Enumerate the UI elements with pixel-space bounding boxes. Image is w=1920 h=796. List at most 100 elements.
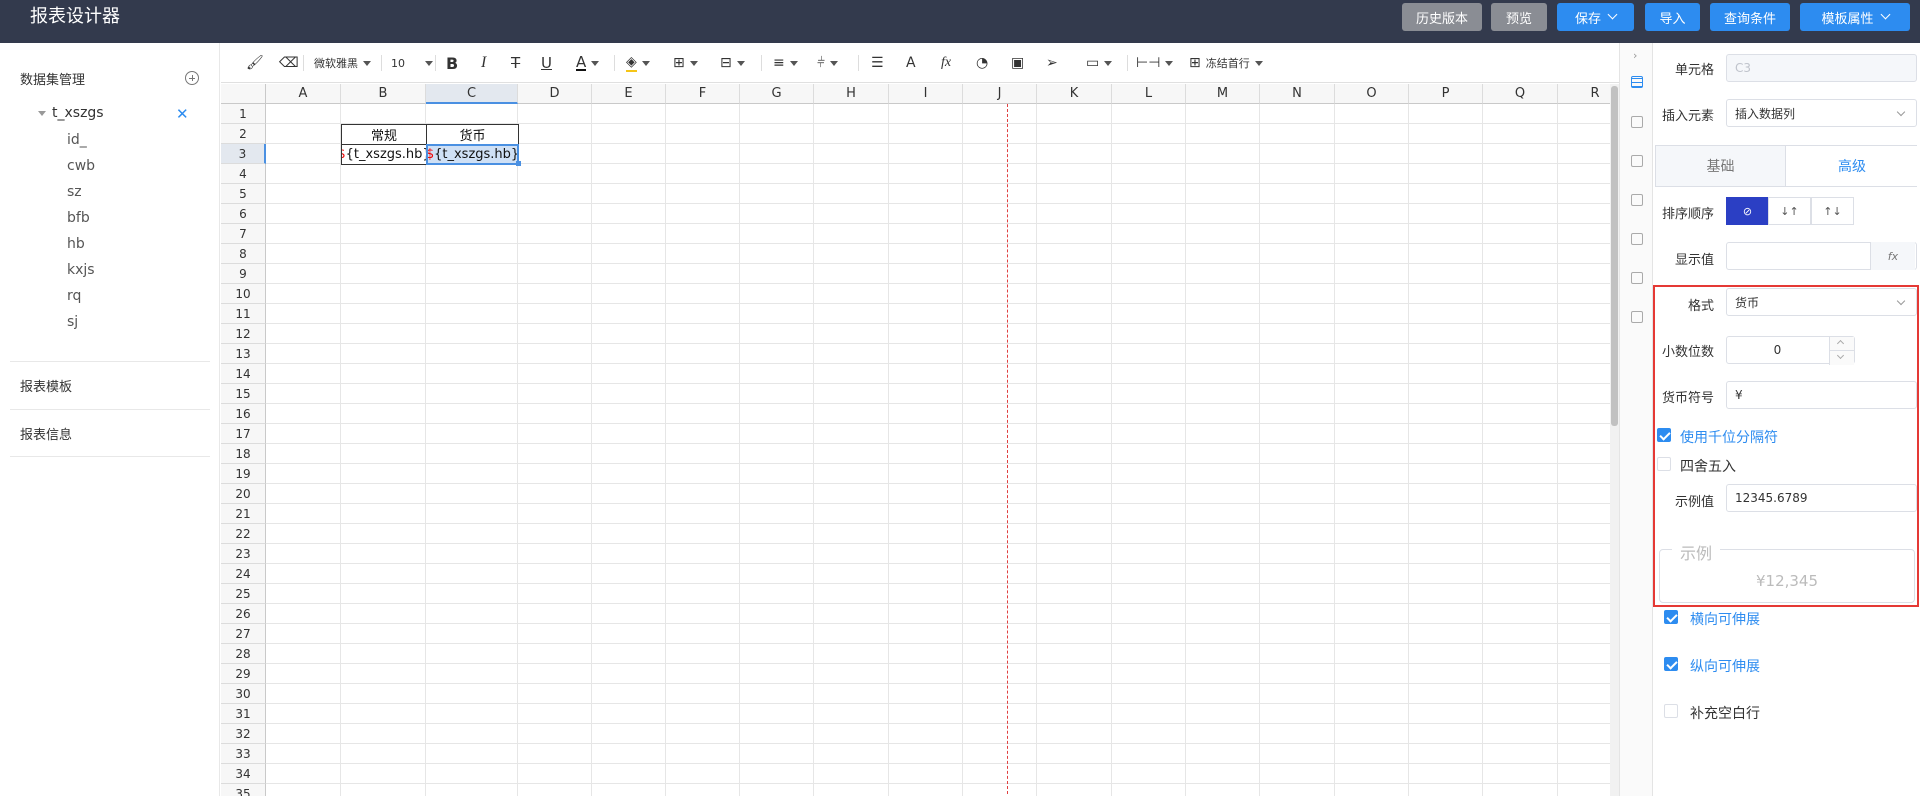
column-width-button[interactable]: ⊢⊣ [1136, 53, 1174, 73]
bold-button[interactable]: B [446, 53, 458, 73]
row-header-30[interactable]: 30 [221, 684, 266, 704]
dataset-field[interactable]: sz [67, 184, 82, 200]
row-header-8[interactable]: 8 [221, 244, 266, 264]
row-header-7[interactable]: 7 [221, 224, 266, 244]
vertical-align-button[interactable]: ⫩ [817, 53, 839, 73]
column-header-f[interactable]: F [666, 84, 740, 104]
currency-symbol-input[interactable]: ¥ [1726, 381, 1917, 409]
function-button[interactable]: fx [941, 53, 951, 73]
cell-c2[interactable]: 货币 [426, 124, 519, 145]
horizontal-align-button[interactable]: ≡ [773, 53, 798, 73]
strikethrough-button[interactable]: T [511, 53, 520, 73]
row-header-31[interactable]: 31 [221, 704, 266, 724]
fill-blank-rows-checkbox[interactable] [1664, 704, 1678, 718]
row-header-10[interactable]: 10 [221, 284, 266, 304]
row-header-2[interactable]: 2 [221, 124, 266, 144]
vertical-expand-label[interactable]: 纵向可伸展 [1690, 656, 1760, 676]
link-icon[interactable] [1631, 272, 1643, 284]
column-header-o[interactable]: O [1335, 84, 1409, 104]
cell-b3[interactable]: ${t_xszgs.hb} [341, 144, 427, 165]
row-header-22[interactable]: 22 [221, 524, 266, 544]
sample-value-input[interactable]: 12345.6789 [1726, 484, 1917, 512]
row-header-34[interactable]: 34 [221, 764, 266, 784]
font-size-select[interactable]: 10 [391, 53, 433, 73]
copy-icon[interactable] [1631, 311, 1643, 323]
dataset-field[interactable]: cwb [67, 158, 95, 174]
dataset-field[interactable]: bfb [67, 210, 90, 226]
add-dataset-icon[interactable] [185, 71, 199, 85]
insert-element-select[interactable]: 插入数据列 [1726, 99, 1917, 127]
column-header-a[interactable]: A [266, 84, 341, 104]
report-template-title[interactable]: 报表模板 [20, 376, 72, 395]
row-header-15[interactable]: 15 [221, 384, 266, 404]
close-icon[interactable]: ✕ [176, 105, 189, 123]
chart-icon[interactable]: ◔ [976, 53, 988, 73]
column-header-q[interactable]: Q [1483, 84, 1558, 104]
caret-down-icon[interactable] [38, 110, 46, 116]
image-icon[interactable]: ▣ [1011, 53, 1024, 73]
column-header-l[interactable]: L [1112, 84, 1186, 104]
column-header-d[interactable]: D [518, 84, 592, 104]
row-header-18[interactable]: 18 [221, 444, 266, 464]
tab-basic[interactable]: 基础 [1656, 146, 1786, 186]
row-header-4[interactable]: 4 [221, 164, 266, 184]
row-header-11[interactable]: 11 [221, 304, 266, 324]
query-conditions-button[interactable]: 查询条件 [1710, 3, 1790, 31]
font-color-button[interactable]: A [576, 53, 600, 73]
import-button[interactable]: 导入 [1645, 3, 1700, 31]
format-painter-icon[interactable]: 🖌 [246, 53, 264, 73]
eraser-icon[interactable]: ⌫ [279, 53, 299, 73]
merge-cells-button[interactable]: ⊟ [720, 53, 745, 73]
fill-color-button[interactable]: ◈ [626, 53, 650, 73]
row-header-1[interactable]: 1 [221, 104, 266, 124]
column-header-n[interactable]: N [1260, 84, 1335, 104]
cell-b2[interactable]: 常规 [341, 124, 427, 145]
font-family-select[interactable]: 微软雅黑 [314, 53, 371, 73]
sort-none-button[interactable]: ⊘ [1726, 197, 1769, 225]
row-header-3[interactable]: 3 [221, 144, 266, 164]
history-version-button[interactable]: 历史版本 [1402, 3, 1482, 31]
italic-button[interactable]: I [481, 53, 486, 73]
function-editor-button[interactable]: fx [1870, 242, 1915, 270]
border-button[interactable]: ⊞ [673, 53, 698, 73]
thousands-separator-checkbox[interactable] [1657, 428, 1671, 442]
layers-icon[interactable] [1631, 233, 1643, 245]
sort-asc-button[interactable]: ↓↑ [1768, 197, 1811, 225]
row-header-35[interactable]: 35 [221, 784, 266, 796]
send-icon[interactable]: ➢ [1046, 53, 1058, 73]
print-icon[interactable] [1631, 155, 1643, 167]
row-header-20[interactable]: 20 [221, 484, 266, 504]
row-header-33[interactable]: 33 [221, 744, 266, 764]
underline-button[interactable]: U [541, 53, 552, 73]
grid-corner[interactable] [221, 84, 266, 104]
dataset-field[interactable]: id_ [67, 132, 87, 148]
dataset-field[interactable]: hb [67, 236, 85, 252]
format-select[interactable]: 货币 [1726, 288, 1917, 316]
save-button[interactable]: 保存 [1557, 3, 1634, 31]
thousands-separator-label[interactable]: 使用千位分隔符 [1680, 427, 1778, 447]
template-properties-button[interactable]: 模板属性 [1800, 3, 1910, 31]
dataset-field[interactable]: rq [67, 288, 81, 304]
column-header-e[interactable]: E [592, 84, 666, 104]
scrollbar-thumb[interactable] [1611, 86, 1618, 426]
text-style-button[interactable]: A [906, 53, 916, 73]
comment-button[interactable]: ▭ [1086, 53, 1113, 73]
row-header-29[interactable]: 29 [221, 664, 266, 684]
column-header-b[interactable]: B [341, 84, 426, 104]
fill-handle[interactable] [516, 161, 521, 166]
report-info-title[interactable]: 报表信息 [20, 424, 72, 443]
column-header-g[interactable]: G [740, 84, 814, 104]
row-header-5[interactable]: 5 [221, 184, 266, 204]
row-header-14[interactable]: 14 [221, 364, 266, 384]
dataset-tree-root[interactable]: t_xszgs [38, 105, 104, 121]
round-label[interactable]: 四舍五入 [1680, 456, 1736, 476]
cell-c3[interactable]: $ {t_xszgs.hb} [426, 144, 519, 165]
row-header-26[interactable]: 26 [221, 604, 266, 624]
row-header-21[interactable]: 21 [221, 504, 266, 524]
decrement-button[interactable] [1829, 351, 1854, 365]
preview-button[interactable]: 预览 [1491, 3, 1547, 31]
column-header-i[interactable]: I [889, 84, 963, 104]
save-icon[interactable] [1631, 116, 1643, 128]
increment-button[interactable] [1829, 337, 1854, 351]
row-header-16[interactable]: 16 [221, 404, 266, 424]
